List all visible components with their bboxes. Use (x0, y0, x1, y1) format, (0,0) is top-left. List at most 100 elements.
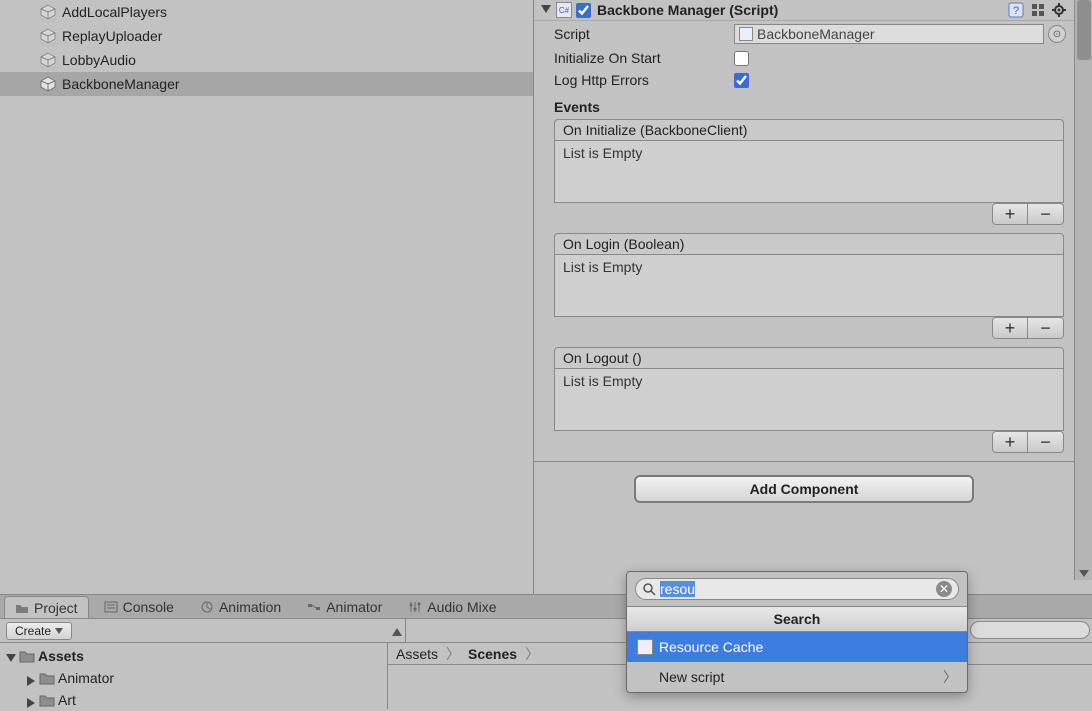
gameobject-icon (40, 28, 56, 44)
event-body: List is Empty (554, 141, 1064, 203)
hierarchy-item[interactable]: ReplayUploader (0, 24, 533, 48)
add-component-button[interactable]: Add Component (634, 475, 974, 503)
script-object-value: BackboneManager (757, 26, 875, 42)
breadcrumb-scenes[interactable]: Scenes (468, 646, 517, 662)
project-tree: Assets Animator Art (0, 643, 388, 709)
folder-icon (39, 693, 55, 707)
project-split-arrow-icon[interactable] (388, 619, 406, 643)
svg-text:?: ? (1013, 5, 1019, 17)
property-label: Initialize On Start (554, 50, 734, 66)
property-label: Log Http Errors (554, 72, 734, 88)
event-add-button[interactable]: + (992, 431, 1028, 453)
hierarchy-item-selected[interactable]: BackboneManager (0, 72, 533, 96)
component-enabled-checkbox[interactable] (576, 3, 591, 18)
property-label: Script (554, 26, 734, 42)
console-icon (104, 600, 118, 614)
animation-icon (200, 600, 214, 614)
breadcrumb-assets[interactable]: Assets (396, 646, 438, 662)
tab-label: Animator (326, 599, 382, 615)
tab-label: Audio Mixe (427, 599, 496, 615)
create-label: Create (15, 624, 51, 638)
event-on-login: On Login (Boolean) List is Empty + − (554, 233, 1064, 341)
preset-icon[interactable] (1030, 2, 1046, 18)
component-header[interactable]: C# Backbone Manager (Script) ? (534, 0, 1074, 21)
tab-label: Project (34, 600, 78, 616)
script-object-field[interactable]: BackboneManager (734, 24, 1044, 44)
gameobject-icon (40, 4, 56, 20)
event-remove-button[interactable]: − (1028, 431, 1064, 453)
csharp-script-icon: C# (556, 2, 572, 18)
clear-search-button[interactable]: ✕ (936, 581, 952, 597)
search-icon (642, 582, 656, 596)
script-mini-icon (739, 27, 753, 41)
scrollbar-down-icon[interactable] (1077, 566, 1091, 580)
event-remove-button[interactable]: − (1028, 317, 1064, 339)
inspector-separator (534, 461, 1074, 471)
hierarchy-panel: AddLocalPlayers ReplayUploader LobbyAudi… (0, 0, 534, 594)
tab-label: Animation (219, 599, 281, 615)
log-http-errors-checkbox[interactable] (734, 73, 749, 88)
event-remove-button[interactable]: − (1028, 203, 1064, 225)
popup-row-label: New script (659, 669, 724, 685)
event-body: List is Empty (554, 369, 1064, 431)
audio-mixer-icon (408, 600, 422, 614)
help-icon[interactable]: ? (1008, 2, 1024, 18)
event-header: On Login (Boolean) (554, 233, 1064, 255)
folder-icon (15, 601, 29, 615)
tree-label: Animator (58, 670, 114, 686)
gear-icon[interactable] (1052, 2, 1068, 18)
hierarchy-item-label: BackboneManager (62, 76, 180, 92)
event-add-button[interactable]: + (992, 317, 1028, 339)
tree-row-assets[interactable]: Assets (0, 645, 387, 667)
chevron-right-icon: 〉 (525, 644, 539, 664)
hierarchy-item[interactable]: LobbyAudio (0, 48, 533, 72)
property-initialize-on-start: Initialize On Start (534, 47, 1074, 69)
popup-title: Search (627, 606, 967, 632)
chevron-right-icon: 〉 (943, 667, 957, 687)
script-icon (637, 639, 653, 655)
tab-console[interactable]: Console (93, 596, 185, 618)
initialize-on-start-checkbox[interactable] (734, 51, 749, 66)
object-picker-icon[interactable]: ⊙ (1048, 25, 1066, 43)
hierarchy-item-label: LobbyAudio (62, 52, 136, 68)
dropdown-arrow-icon (55, 624, 63, 638)
events-section-label: Events (534, 91, 1074, 119)
component-search-field[interactable]: ✕ (635, 578, 959, 600)
event-on-initialize: On Initialize (BackboneClient) List is E… (554, 119, 1064, 227)
inspector-scrollbar[interactable] (1074, 0, 1092, 580)
breadcrumb-label: Scenes (468, 646, 517, 662)
tree-row-art[interactable]: Art (0, 689, 387, 711)
hierarchy-item-label: AddLocalPlayers (62, 4, 167, 20)
popup-result-resource-cache[interactable]: Resource Cache (627, 632, 967, 662)
tab-animation[interactable]: Animation (189, 596, 292, 618)
gameobject-icon (40, 76, 56, 92)
event-add-button[interactable]: + (992, 203, 1028, 225)
popup-row-label: Resource Cache (659, 639, 763, 655)
chevron-right-icon: 〉 (446, 644, 460, 664)
gameobject-icon (40, 52, 56, 68)
tab-audio-mixer[interactable]: Audio Mixe (397, 596, 507, 618)
expand-arrow-icon[interactable] (26, 673, 36, 683)
create-button[interactable]: Create (6, 622, 72, 640)
foldout-arrow-icon[interactable] (540, 4, 552, 16)
hierarchy-item[interactable]: AddLocalPlayers (0, 0, 533, 24)
breadcrumb-label: Assets (396, 646, 438, 662)
folder-icon (19, 649, 35, 663)
hierarchy-item-label: ReplayUploader (62, 28, 162, 44)
tab-project[interactable]: Project (4, 596, 89, 618)
component-search-input[interactable] (660, 581, 936, 597)
event-body: List is Empty (554, 255, 1064, 317)
tree-row-animator[interactable]: Animator (0, 667, 387, 689)
scrollbar-thumb[interactable] (1077, 0, 1091, 60)
event-header: On Logout () (554, 347, 1064, 369)
expand-arrow-icon[interactable] (6, 651, 16, 661)
property-script: Script BackboneManager ⊙ (534, 21, 1074, 47)
popup-result-new-script[interactable]: New script 〉 (627, 662, 967, 692)
expand-arrow-icon[interactable] (26, 695, 36, 705)
tab-animator[interactable]: Animator (296, 596, 393, 618)
animator-icon (307, 600, 321, 614)
project-search-field[interactable] (970, 621, 1090, 639)
event-header: On Initialize (BackboneClient) (554, 119, 1064, 141)
tab-label: Console (123, 599, 174, 615)
event-on-logout: On Logout () List is Empty + − (554, 347, 1064, 455)
